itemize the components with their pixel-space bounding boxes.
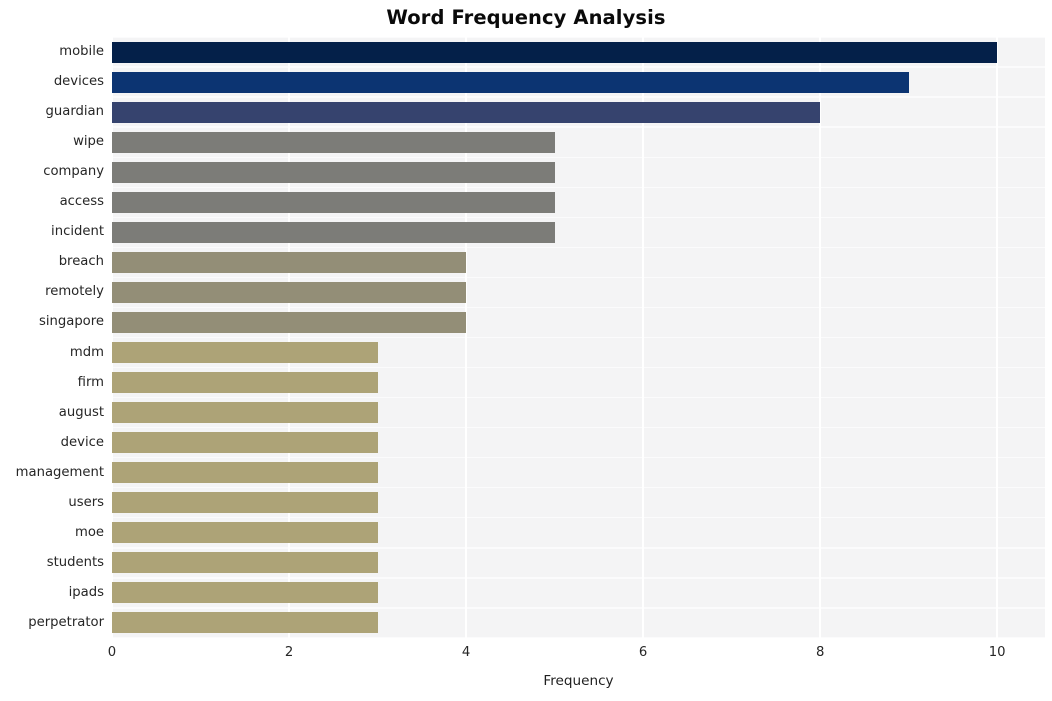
gridline-vertical bbox=[465, 37, 467, 638]
gridline-horizontal bbox=[112, 37, 1045, 38]
gridline-horizontal bbox=[112, 276, 1045, 279]
bar bbox=[112, 251, 467, 273]
y-axis-tick-label: remotely bbox=[45, 284, 104, 300]
gridline-horizontal bbox=[112, 216, 1045, 218]
bar bbox=[112, 311, 467, 333]
gridline-horizontal bbox=[112, 396, 1045, 399]
gridline-horizontal bbox=[112, 66, 1045, 68]
bar bbox=[112, 402, 378, 424]
x-axis-tick-label: 4 bbox=[461, 645, 471, 660]
y-axis-tick-label: breach bbox=[58, 254, 104, 270]
bar bbox=[112, 552, 378, 574]
gridline-horizontal bbox=[112, 186, 1045, 188]
y-axis-tick-label: ipads bbox=[68, 584, 104, 600]
y-axis-tick-label: firm bbox=[77, 374, 104, 390]
x-axis-label: Frequency bbox=[543, 673, 614, 689]
bar bbox=[112, 582, 378, 604]
y-axis-tick-label: wipe bbox=[73, 134, 104, 150]
bar bbox=[112, 101, 821, 123]
gridline-vertical bbox=[112, 37, 113, 638]
bar bbox=[112, 71, 909, 93]
y-axis-tick-label: devices bbox=[53, 74, 104, 90]
y-axis-tick-label: company bbox=[43, 164, 104, 180]
bar bbox=[112, 432, 378, 454]
bar bbox=[112, 522, 378, 544]
gridline-horizontal bbox=[112, 366, 1045, 369]
y-axis-tick-label: students bbox=[46, 554, 104, 570]
gridline-horizontal bbox=[112, 517, 1045, 519]
gridline-horizontal bbox=[112, 487, 1045, 489]
gridline-horizontal bbox=[112, 426, 1045, 429]
gridline-vertical bbox=[642, 37, 644, 638]
y-axis-tick-label: device bbox=[60, 434, 104, 450]
plot-area bbox=[112, 37, 1045, 638]
bar bbox=[112, 131, 555, 153]
y-axis-tick-label: access bbox=[59, 194, 104, 210]
bar bbox=[112, 221, 555, 243]
gridline-horizontal bbox=[112, 457, 1045, 459]
gridline-horizontal bbox=[112, 96, 1045, 98]
bar bbox=[112, 191, 555, 213]
gridline-horizontal bbox=[112, 156, 1045, 158]
x-axis-tick-label: 8 bbox=[815, 645, 825, 660]
bar bbox=[112, 372, 378, 394]
chart-figure: Word Frequency Analysis mobile devices gua… bbox=[0, 0, 1052, 701]
y-axis-tick-label: users bbox=[68, 494, 104, 510]
bar bbox=[112, 342, 378, 364]
y-axis-tick-label: mobile bbox=[59, 44, 104, 60]
x-axis-tick-label: 10 bbox=[988, 645, 1006, 660]
gridline-horizontal bbox=[112, 246, 1045, 249]
gridline-vertical bbox=[819, 37, 821, 638]
x-axis-tick-label: 0 bbox=[107, 645, 117, 660]
y-axis-tick-label: management bbox=[15, 464, 104, 480]
gridline-horizontal bbox=[112, 126, 1045, 128]
gridline-horizontal bbox=[112, 306, 1045, 309]
gridline-vertical bbox=[288, 37, 290, 638]
bar bbox=[112, 161, 555, 183]
x-axis-tick-label: 6 bbox=[638, 645, 648, 660]
bar bbox=[112, 281, 467, 303]
gridline-horizontal bbox=[112, 336, 1045, 339]
y-axis-tick-label: singapore bbox=[38, 314, 104, 330]
gridline-vertical bbox=[996, 37, 998, 638]
x-axis-tick-label: 2 bbox=[284, 645, 294, 660]
bar bbox=[112, 492, 378, 514]
y-axis-tick-label: moe bbox=[74, 524, 104, 540]
gridline-horizontal bbox=[112, 577, 1045, 579]
bar bbox=[112, 612, 378, 634]
x-axis-tick-labels: 0 2 4 6 8 10 bbox=[0, 638, 1052, 668]
y-axis-tick-labels: mobile devices guardian wipe company access in… bbox=[0, 37, 104, 638]
y-axis-tick-label: incident bbox=[51, 224, 104, 240]
bar bbox=[112, 462, 378, 484]
y-axis-tick-label: mdm bbox=[69, 344, 104, 360]
page-title: Word Frequency Analysis bbox=[386, 6, 666, 29]
y-axis-tick-label: guardian bbox=[45, 104, 104, 120]
y-axis-tick-label: perpetrator bbox=[28, 614, 104, 630]
gridline-horizontal bbox=[112, 547, 1045, 549]
gridline-horizontal bbox=[112, 607, 1045, 609]
bar bbox=[112, 41, 998, 63]
y-axis-tick-label: august bbox=[58, 404, 104, 420]
